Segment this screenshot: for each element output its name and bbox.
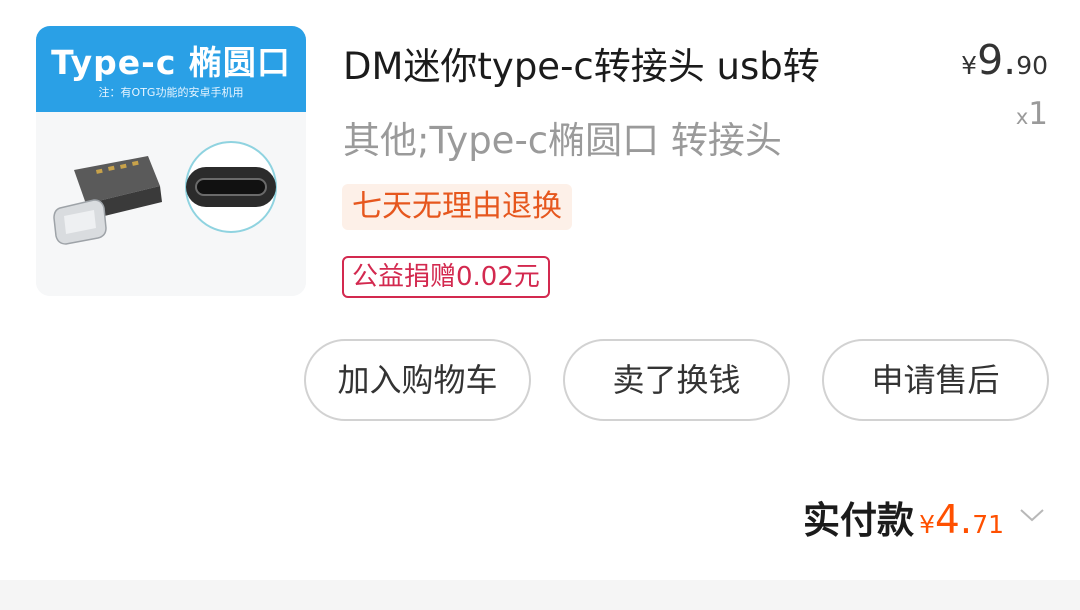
resell-button[interactable]: 卖了换钱 <box>563 339 790 421</box>
section-divider <box>0 580 1080 610</box>
quantity-value: 1 <box>1028 96 1048 132</box>
payment-total: 实付款 ¥4.71 <box>803 490 1004 544</box>
payment-currency: ¥ <box>919 510 935 539</box>
product-title[interactable]: DM迷你type-c转接头 usb转 <box>343 36 903 90</box>
chevron-down-icon[interactable] <box>1018 505 1046 525</box>
after-sale-button[interactable]: 申请售后 <box>822 339 1049 421</box>
thumbnail-banner-title: Type-c 椭圆口 <box>51 43 291 82</box>
price-integer: 9. <box>977 36 1017 84</box>
thumbnail-banner-note: 注：有OTG功能的安卓手机用 <box>98 86 244 99</box>
payment-integer: 4. <box>934 498 973 543</box>
quantity-prefix: x <box>1015 105 1029 129</box>
price-currency: ¥ <box>961 51 978 80</box>
quantity: x1 <box>1016 96 1048 132</box>
payment-decimal: 71 <box>972 510 1004 539</box>
add-to-cart-button[interactable]: 加入购物车 <box>304 339 531 421</box>
return-policy-badge[interactable]: 七天无理由退换 <box>342 184 572 230</box>
price-decimal: 90 <box>1016 51 1048 80</box>
payment-amount: ¥4.71 <box>919 498 1004 543</box>
charity-badge[interactable]: 公益捐赠0.02元 <box>342 256 550 298</box>
payment-label: 实付款 <box>802 499 914 542</box>
product-thumbnail[interactable]: Type-c 椭圆口 注：有OTG功能的安卓手机用 <box>36 26 306 296</box>
product-spec: 其他;Type-c椭圆口 转接头 <box>343 119 782 162</box>
unit-price: ¥9.90 <box>961 36 1048 84</box>
adapter-icon <box>53 156 162 245</box>
order-item-card: Type-c 椭圆口 注：有OTG功能的安卓手机用 DM迷你type-c转接头 … <box>0 0 1080 610</box>
port-zoom-icon <box>185 141 277 233</box>
usb-adapter-image <box>53 141 277 245</box>
